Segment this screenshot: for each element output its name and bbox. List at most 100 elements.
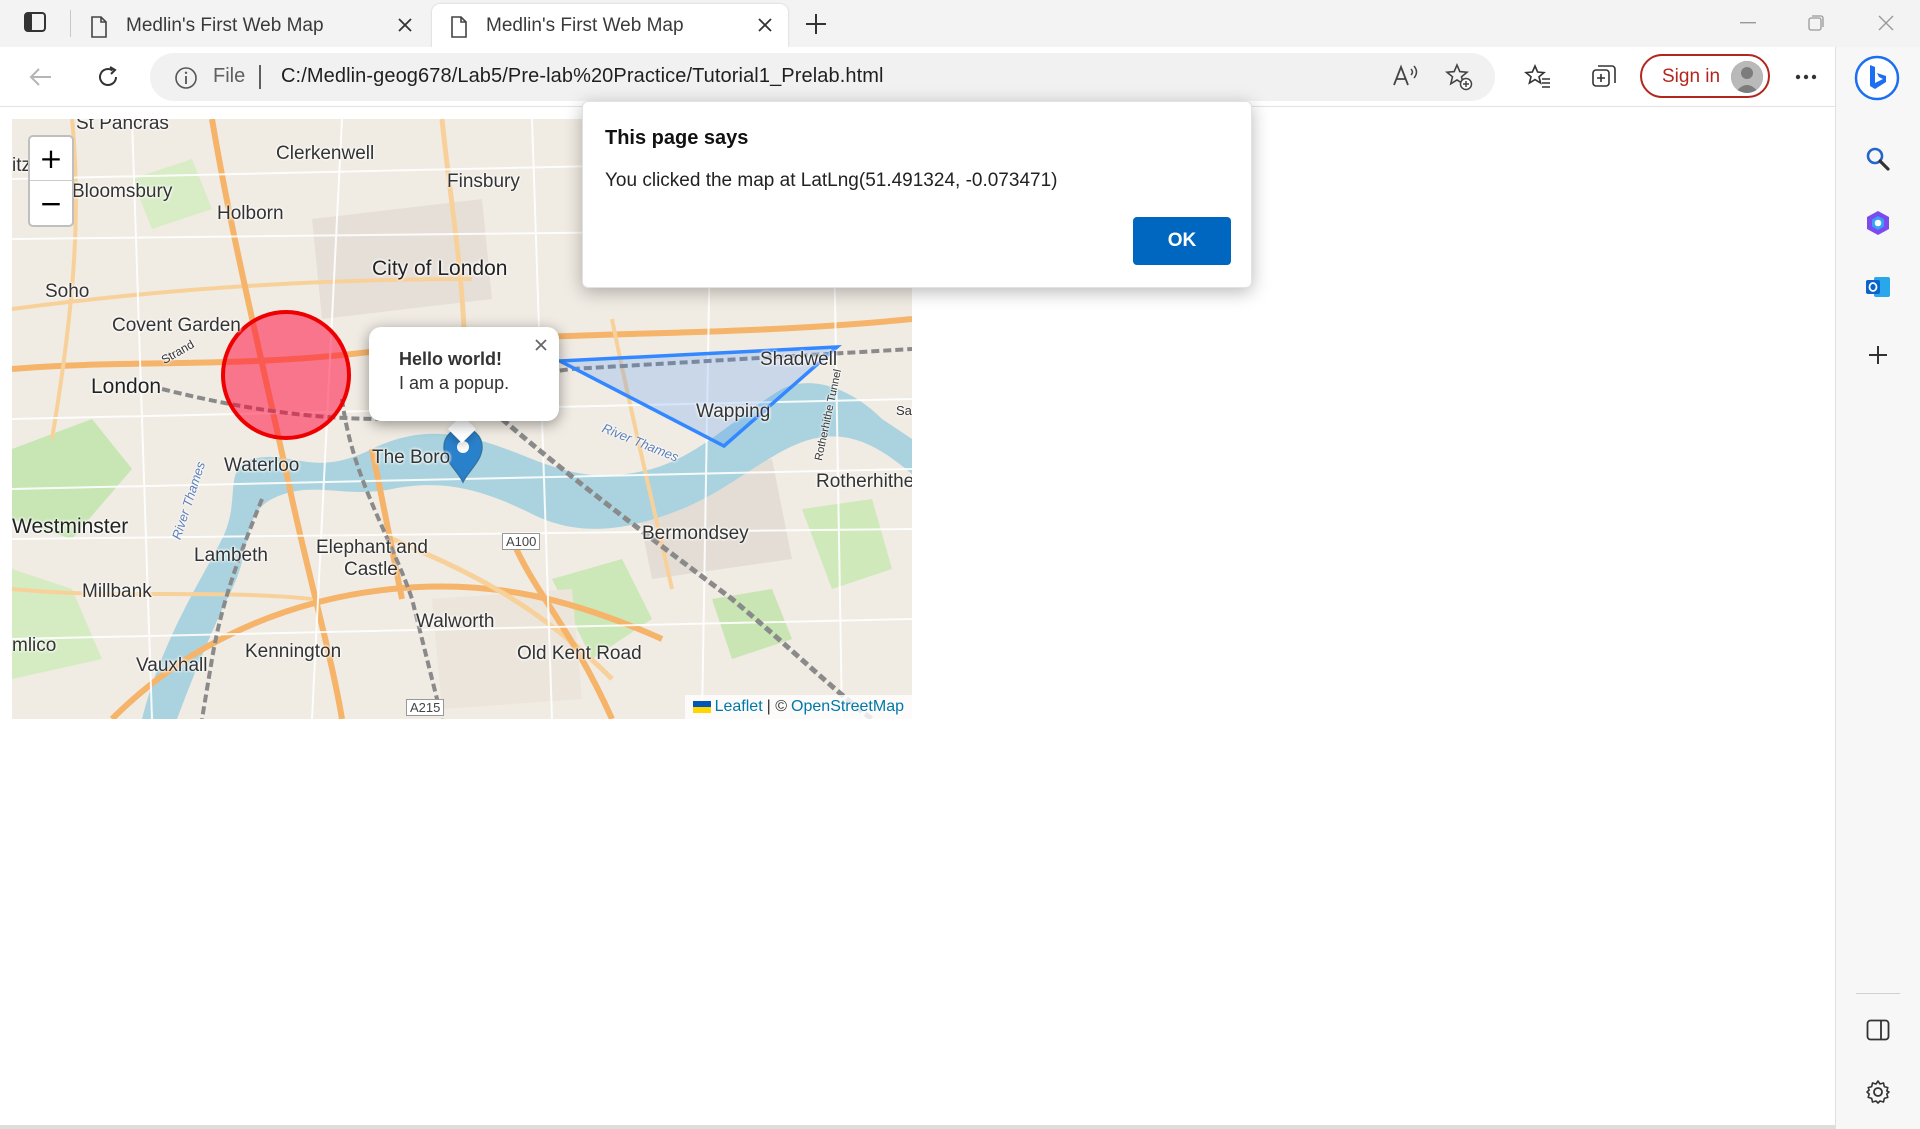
add-favorite-icon bbox=[1444, 62, 1473, 91]
map-label-lambeth: Lambeth bbox=[194, 545, 268, 566]
close-tab-button[interactable] bbox=[394, 14, 416, 36]
map-label-bermondsey: Bermondsey bbox=[642, 523, 749, 544]
sidebar-copilot-button[interactable] bbox=[1856, 201, 1900, 245]
map-label-st-pancras: St Pancras bbox=[76, 119, 169, 134]
tab-active[interactable]: Medlin's First Web Map bbox=[432, 4, 788, 47]
split-screen-button[interactable] bbox=[1856, 1008, 1900, 1052]
tab-actions-button[interactable] bbox=[16, 10, 54, 38]
map-label-shadwell: Shadwell bbox=[760, 349, 838, 370]
map-label-wapping: Wapping bbox=[696, 401, 771, 422]
collections-icon bbox=[1592, 65, 1616, 87]
close-window-button[interactable] bbox=[1858, 6, 1914, 40]
page-icon bbox=[450, 16, 468, 43]
back-button[interactable] bbox=[22, 58, 60, 96]
tab-actions-icon bbox=[24, 11, 46, 37]
copilot-icon bbox=[1867, 211, 1889, 235]
map-label-waterloo: Waterloo bbox=[224, 455, 300, 476]
refresh-icon bbox=[99, 66, 117, 86]
minimize-icon bbox=[1740, 22, 1756, 24]
sign-in-button[interactable]: Sign in bbox=[1640, 54, 1770, 98]
more-icon bbox=[1795, 74, 1817, 80]
page-icon bbox=[90, 16, 108, 43]
read-aloud-icon bbox=[1393, 64, 1418, 86]
map-label-bloomsbury: Bloomsbury bbox=[72, 181, 173, 202]
map-label-old-kent-road: Old Kent Road bbox=[517, 643, 642, 664]
map-popup: Hello world! I am a popup. bbox=[369, 327, 559, 421]
url-text[interactable]: C:/Medlin-geog678/Lab5/Pre-lab%20Practic… bbox=[281, 65, 884, 88]
info-icon[interactable] bbox=[174, 66, 198, 95]
zoom-out-button[interactable]: − bbox=[30, 181, 72, 225]
new-tab-button[interactable] bbox=[801, 9, 831, 39]
bing-copilot-button[interactable] bbox=[1852, 53, 1902, 103]
map-label-the-borough: The Boro bbox=[372, 447, 451, 468]
tab-title: Medlin's First Web Map bbox=[486, 15, 684, 36]
restore-button[interactable] bbox=[1788, 6, 1844, 40]
dialog-title: This page says bbox=[605, 127, 749, 149]
plus-icon bbox=[1869, 346, 1887, 364]
outlook-icon bbox=[1866, 277, 1890, 297]
map-label-city-of-london: City of London bbox=[372, 257, 508, 280]
close-icon bbox=[398, 18, 412, 32]
zoom-in-button[interactable]: + bbox=[30, 137, 72, 181]
edge-sidebar bbox=[1835, 47, 1920, 1129]
plus-icon bbox=[806, 14, 826, 34]
window-bottom-edge bbox=[0, 1125, 1835, 1129]
sidebar-divider bbox=[1856, 993, 1900, 994]
popup-title: Hello world! bbox=[399, 349, 502, 369]
map-label-castle: Castle bbox=[344, 559, 398, 580]
map-label-soho: Soho bbox=[45, 281, 90, 302]
sidebar-settings-button[interactable] bbox=[1856, 1070, 1900, 1114]
search-icon bbox=[1866, 147, 1890, 171]
sidebar-search-button[interactable] bbox=[1856, 137, 1900, 181]
bing-icon bbox=[1854, 55, 1900, 101]
map-label-clerkenwell: Clerkenwell bbox=[276, 143, 375, 164]
read-aloud-button[interactable] bbox=[1392, 63, 1420, 94]
refresh-button[interactable] bbox=[89, 58, 127, 96]
close-icon bbox=[758, 18, 772, 32]
minimize-button[interactable] bbox=[1720, 6, 1776, 40]
leaflet-link[interactable]: Leaflet bbox=[715, 698, 763, 716]
tab-title: Medlin's First Web Map bbox=[126, 15, 324, 36]
dialog-message: You clicked the map at LatLng(51.491324,… bbox=[605, 170, 1058, 191]
restore-icon bbox=[1808, 15, 1824, 31]
back-icon bbox=[29, 68, 51, 86]
map-label-covent-garden: Covent Garden bbox=[112, 315, 241, 336]
settings-and-more-button[interactable] bbox=[1787, 58, 1825, 96]
map-label-millbank: Millbank bbox=[82, 581, 152, 602]
zoom-control: + − bbox=[28, 135, 74, 227]
split-screen-icon bbox=[1866, 1019, 1890, 1041]
openstreetmap-link[interactable]: OpenStreetMap bbox=[791, 698, 904, 716]
map-label-elephant-and-castle: Elephant and bbox=[316, 537, 428, 558]
map-label-vauxhall: Vauxhall bbox=[136, 655, 208, 676]
toolbar: File C:/Medlin-geog678/Lab5/Pre-lab%20Pr… bbox=[0, 47, 1920, 107]
favorites-button[interactable] bbox=[1519, 58, 1557, 96]
alert-dialog: This page says You clicked the map at La… bbox=[582, 101, 1252, 288]
address-bar[interactable]: File C:/Medlin-geog678/Lab5/Pre-lab%20Pr… bbox=[150, 53, 1495, 101]
tab-separator bbox=[70, 10, 71, 37]
popup-close-button[interactable] bbox=[531, 335, 551, 355]
tab-inactive[interactable]: Medlin's First Web Map bbox=[72, 4, 428, 47]
address-scheme: File bbox=[213, 65, 246, 87]
sidebar-add-button[interactable] bbox=[1856, 333, 1900, 377]
sidebar-outlook-button[interactable] bbox=[1856, 265, 1900, 309]
road-shield-a215: A215 bbox=[406, 699, 445, 716]
map-label-rotherhithe: Rotherhithe bbox=[816, 471, 912, 492]
ok-button[interactable]: OK bbox=[1133, 217, 1231, 265]
address-separator bbox=[259, 65, 261, 89]
map-label-finsbury: Finsbury bbox=[447, 171, 520, 192]
map-label-walworth: Walworth bbox=[416, 611, 495, 632]
close-tab-button[interactable] bbox=[754, 14, 776, 36]
map-attribution: Leaflet | © OpenStreetMap bbox=[684, 695, 912, 719]
close-icon bbox=[535, 339, 547, 351]
road-shield-a100: A100 bbox=[502, 533, 541, 550]
avatar bbox=[1731, 61, 1763, 93]
map-label-holborn: Holborn bbox=[217, 203, 284, 224]
map-label-pimlico: mlico bbox=[12, 635, 57, 656]
settings-icon bbox=[1866, 1080, 1890, 1104]
add-favorite-button[interactable] bbox=[1444, 62, 1473, 96]
ukraine-flag-icon bbox=[692, 701, 711, 713]
map-label-sal: Sal bbox=[896, 403, 912, 418]
map-label-westminster: Westminster bbox=[12, 515, 129, 538]
sign-in-label: Sign in bbox=[1662, 66, 1721, 87]
collections-button[interactable] bbox=[1585, 58, 1623, 96]
